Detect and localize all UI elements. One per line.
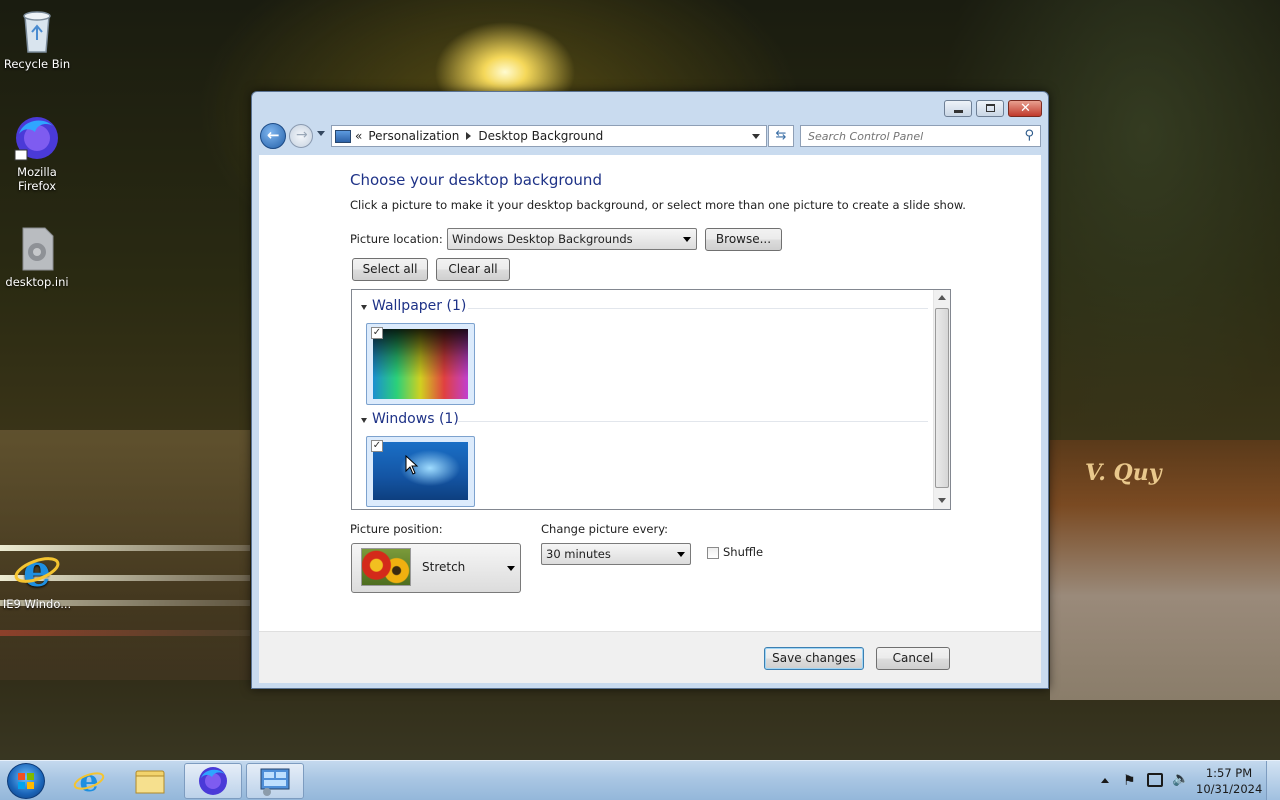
show-desktop-button[interactable] <box>1266 761 1280 800</box>
svg-text:e: e <box>23 546 51 594</box>
thumbnail-wallpaper[interactable]: ✓ <box>366 323 475 405</box>
forward-arrow-icon: → <box>296 127 308 143</box>
group-divider <box>458 421 928 422</box>
wallpaper-preview <box>373 329 468 399</box>
close-icon: ✕ <box>1020 101 1031 116</box>
network-icon[interactable] <box>1147 773 1163 787</box>
breadcrumb-personalization[interactable]: Personalization <box>368 129 459 143</box>
save-changes-button[interactable]: Save changes <box>764 647 864 670</box>
maximize-icon <box>986 104 995 112</box>
group-header-wallpaper[interactable]: Wallpaper (1) <box>372 298 466 314</box>
picture-list: Wallpaper (1) ✓ Windows (1) ✓ <box>351 289 951 510</box>
address-bar[interactable]: « Personalization Desktop Background <box>331 125 767 147</box>
desktop-background-window: ✕ ← → « Personalization Desktop Backgrou… <box>251 91 1049 689</box>
refresh-icon: ⇆ <box>775 128 787 143</box>
minimize-button[interactable] <box>944 100 972 117</box>
clear-all-button[interactable]: Clear all <box>436 258 510 281</box>
shuffle-checkbox[interactable] <box>707 547 719 559</box>
breadcrumb-overflow[interactable]: « <box>355 129 362 143</box>
forward-button[interactable]: → <box>289 124 313 148</box>
page-description: Click a picture to make it your desktop … <box>350 198 966 212</box>
back-button[interactable]: ← <box>260 123 286 149</box>
picture-list-scrollbar[interactable] <box>933 290 950 509</box>
firefox-icon <box>14 117 58 161</box>
group-collapse-icon[interactable] <box>361 305 367 310</box>
desktop-icon-recycle-bin[interactable]: Recycle Bin <box>0 8 74 71</box>
search-box: ⚲ <box>800 125 1041 147</box>
group-header-windows[interactable]: Windows (1) <box>372 411 459 427</box>
close-button[interactable]: ✕ <box>1008 100 1042 117</box>
internet-explorer-icon: e <box>73 764 105 799</box>
desktop-icon-ie9[interactable]: e IE9 Windo... <box>0 546 74 611</box>
scroll-thumb[interactable] <box>935 308 949 488</box>
change-every-value: 30 minutes <box>546 547 611 561</box>
chevron-down-icon <box>683 237 691 242</box>
firefox-icon <box>199 767 227 795</box>
desktop-icon-firefox[interactable]: Mozilla Firefox <box>0 114 74 193</box>
back-arrow-icon: ← <box>267 126 280 144</box>
control-panel-icon <box>260 768 290 796</box>
cancel-button[interactable]: Cancel <box>876 647 950 670</box>
clock-date: 10/31/2024 <box>1196 782 1263 796</box>
group-divider <box>468 308 928 309</box>
thumbnail-checkbox[interactable]: ✓ <box>371 327 383 339</box>
taskbar-item-internet-explorer[interactable]: e <box>60 763 118 799</box>
taskbar-item-file-explorer[interactable] <box>121 763 179 799</box>
mouse-cursor-icon <box>405 455 419 475</box>
page-title: Choose your desktop background <box>350 171 602 189</box>
recent-pages-chevron-icon[interactable] <box>317 131 325 136</box>
breadcrumb-desktop-background[interactable]: Desktop Background <box>478 129 603 143</box>
file-explorer-icon <box>135 770 165 794</box>
picture-location-value: Windows Desktop Backgrounds <box>452 232 633 246</box>
chevron-down-icon <box>677 552 685 557</box>
breadcrumb-separator-icon <box>466 132 472 140</box>
wallpaper-shop-sign: V. Quy <box>1085 460 1162 486</box>
windows-wallpaper-preview <box>373 442 468 500</box>
system-clock[interactable]: 1:57 PM 10/31/2024 <box>1196 765 1262 797</box>
control-panel-icon <box>335 129 351 143</box>
action-center-flag-icon[interactable]: ⚑ <box>1123 773 1136 789</box>
wallpaper-light-streak <box>0 630 250 636</box>
content-pane: Choose your desktop background Click a p… <box>259 155 1041 683</box>
scroll-up-icon[interactable] <box>938 295 946 300</box>
picture-position-select[interactable]: Stretch <box>351 543 521 593</box>
start-button[interactable] <box>7 763 45 799</box>
address-dropdown-icon[interactable] <box>752 134 760 139</box>
select-all-button[interactable]: Select all <box>352 258 428 281</box>
taskbar: e ⚑ 🔈 1:57 PM 10/31/2024 <box>0 760 1280 800</box>
search-input[interactable] <box>801 126 1011 146</box>
change-every-label: Change picture every: <box>541 522 669 536</box>
picture-location-label: Picture location: <box>350 232 443 246</box>
thumbnail-windows[interactable]: ✓ <box>366 436 475 507</box>
scroll-down-icon[interactable] <box>938 498 946 503</box>
internet-explorer-icon: e <box>14 546 60 594</box>
desktop-icon-desktop-ini[interactable]: desktop.ini <box>0 226 74 289</box>
svg-text:e: e <box>79 764 98 799</box>
show-hidden-icons-icon[interactable] <box>1101 778 1109 783</box>
change-every-select[interactable]: 30 minutes <box>541 543 691 565</box>
start-orb-icon <box>18 773 34 789</box>
taskbar-item-control-panel[interactable] <box>246 763 304 799</box>
shuffle-label[interactable]: Shuffle <box>723 545 763 559</box>
search-icon[interactable]: ⚲ <box>1024 128 1034 143</box>
maximize-button[interactable] <box>976 100 1004 117</box>
chevron-down-icon <box>507 566 515 571</box>
taskbar-item-firefox[interactable] <box>184 763 242 799</box>
flowers-preview-icon <box>361 548 411 586</box>
browse-button[interactable]: Browse... <box>705 228 782 251</box>
window-footer: Save changes Cancel <box>259 631 1041 683</box>
picture-location-select[interactable]: Windows Desktop Backgrounds <box>447 228 697 250</box>
recycle-bin-icon <box>23 11 51 53</box>
thumbnail-checkbox[interactable]: ✓ <box>371 440 383 452</box>
picture-position-value: Stretch <box>422 560 466 574</box>
refresh-button[interactable]: ⇆ <box>768 125 794 147</box>
clock-time: 1:57 PM <box>1205 766 1253 780</box>
picture-position-label: Picture position: <box>350 522 443 536</box>
group-collapse-icon[interactable] <box>361 418 367 423</box>
volume-muted-icon[interactable]: 🔈 <box>1172 771 1189 787</box>
minimize-icon <box>954 110 963 113</box>
settings-file-icon <box>22 227 54 271</box>
